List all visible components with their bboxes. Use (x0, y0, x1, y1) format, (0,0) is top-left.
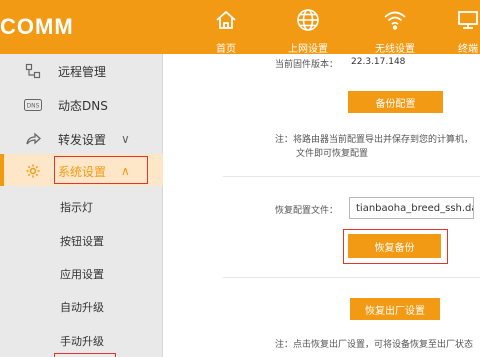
nav-internet[interactable]: 上网设置 (278, 6, 338, 55)
chevron-down-icon: ∨ (121, 132, 130, 146)
restore-file-input[interactable]: tianbaoha_breed_ssh.dat (349, 197, 474, 219)
sidebar-item-forwarding[interactable]: 转发设置 ∨ (0, 122, 163, 156)
sidebar-subitem-buttons[interactable]: 按钮设置 (60, 233, 104, 249)
sidebar-item-remote[interactable]: 远程管理 (0, 54, 163, 88)
sidebar-subitem-indicator[interactable]: 指示灯 (60, 199, 93, 215)
sidebar: 远程管理 DNS 动态DNS 转发设置 ∨ 系统设置 ∧ 指示灯 按钮设置 应用… (0, 54, 163, 357)
svg-text:DNS: DNS (27, 103, 40, 110)
nav-wireless-label: 无线设置 (375, 44, 415, 55)
section-divider (223, 277, 480, 278)
firmware-label: 当前固件版本： (275, 60, 339, 70)
monitor-icon (438, 6, 480, 34)
section-divider (223, 176, 480, 177)
sidebar-item-dns[interactable]: DNS 动态DNS (0, 88, 163, 122)
highlight-box-system (54, 156, 148, 184)
sidebar-item-label: 远程管理 (58, 64, 107, 79)
sidebar-subitem-apps[interactable]: 应用设置 (60, 266, 104, 282)
forward-icon (24, 130, 42, 148)
remote-icon (24, 62, 42, 80)
wifi-icon (365, 6, 425, 34)
backup-note-line2: 文件即可恢复配置 (296, 149, 369, 159)
restore-file-label: 恢复配置文件： (275, 206, 339, 216)
sidebar-subitem-auto-upgrade[interactable]: 自动升级 (60, 299, 104, 315)
highlight-box-restore (343, 229, 448, 264)
nav-home[interactable]: 首页 (196, 6, 256, 55)
brand-logo: COMM (0, 14, 74, 39)
main-panel: 当前固件版本： 22.3.17.148 备份配置 注：将路由器当前配置导出并保存… (163, 54, 480, 357)
backup-note-line1: 注：将路由器当前配置导出并保存到您的计算机， (275, 135, 474, 145)
nav-internet-label: 上网设置 (288, 44, 328, 55)
home-icon (196, 6, 256, 34)
globe-icon (278, 6, 338, 34)
nav-wireless[interactable]: 无线设置 (365, 6, 425, 55)
highlight-box-bottom (54, 353, 116, 357)
nav-terminal-label: 终端 (458, 44, 478, 55)
factory-note: 注：点击恢复出厂设置，可将设备恢复至出厂状态 (275, 340, 474, 350)
factory-reset-button[interactable]: 恢复出厂设置 (350, 298, 440, 320)
sidebar-item-label: 转发设置 (58, 132, 107, 147)
sidebar-item-label: 动态DNS (58, 98, 108, 113)
backup-config-button[interactable]: 备份配置 (348, 91, 443, 113)
gear-icon (24, 162, 42, 180)
top-nav-bar: COMM 首页 上网设置 无线设置 终端 (0, 0, 480, 55)
firmware-version: 22.3.17.148 (351, 57, 406, 67)
nav-terminal[interactable]: 终端 (438, 6, 480, 55)
dns-icon: DNS (24, 96, 42, 114)
sidebar-subitem-manual-upgrade[interactable]: 手动升级 (60, 333, 104, 349)
nav-home-label: 首页 (216, 44, 236, 55)
